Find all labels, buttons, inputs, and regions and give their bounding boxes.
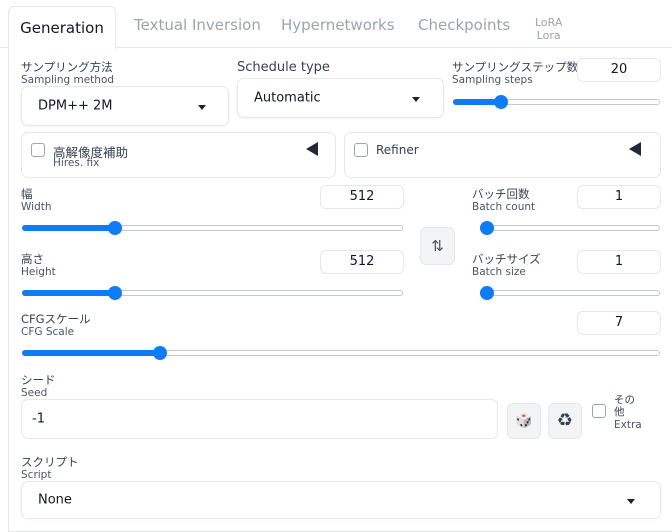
swap-dimensions-button[interactable]: ⇅ bbox=[420, 227, 455, 265]
width-label-en: Width bbox=[21, 201, 52, 213]
tab-generation[interactable]: Generation bbox=[8, 6, 116, 49]
refiner-checkbox[interactable] bbox=[354, 143, 368, 157]
batch-count-input[interactable]: 1 bbox=[577, 185, 661, 209]
seed-value: -1 bbox=[32, 411, 45, 427]
slider-thumb[interactable] bbox=[108, 221, 122, 235]
slider-fill bbox=[22, 225, 115, 231]
chevron-down-icon bbox=[412, 97, 420, 102]
width-input[interactable]: 512 bbox=[320, 185, 404, 209]
slider-track bbox=[480, 225, 660, 231]
swap-vertical-icon: ⇅ bbox=[431, 237, 444, 255]
seed-label-en: Seed bbox=[21, 387, 48, 399]
batch-count-slider[interactable] bbox=[480, 221, 660, 235]
random-seed-button[interactable]: 🎲 bbox=[507, 403, 541, 439]
tab-bar: Generation Textual Inversion Hypernetwor… bbox=[0, 0, 672, 49]
script-label-en: Script bbox=[21, 469, 52, 481]
batch-size-slider[interactable] bbox=[480, 286, 660, 300]
width-label-ja: 幅 bbox=[21, 187, 33, 201]
schedule-type-dropdown[interactable]: Automatic bbox=[237, 78, 444, 118]
chevron-down-icon bbox=[198, 105, 206, 110]
reuse-seed-button[interactable]: ♻ bbox=[548, 403, 582, 439]
hires-fix-accordion[interactable]: 高解像度補助 Hires. fix bbox=[21, 132, 336, 178]
tab-lora-label-en: Lora bbox=[536, 29, 561, 42]
collapse-triangle-icon[interactable] bbox=[629, 142, 641, 156]
sampling-steps-slider[interactable] bbox=[453, 95, 660, 109]
width-slider[interactable] bbox=[22, 221, 403, 235]
cfg-scale-slider[interactable] bbox=[22, 346, 660, 360]
schedule-type-label: Schedule type bbox=[237, 60, 330, 75]
slider-fill bbox=[22, 290, 115, 296]
height-label-en: Height bbox=[21, 266, 56, 278]
sampling-steps-label-en: Sampling steps bbox=[452, 74, 533, 86]
cfg-scale-label-ja: CFGスケール bbox=[21, 312, 91, 326]
refiner-accordion[interactable]: Refiner bbox=[344, 132, 661, 178]
tab-textual-inversion[interactable]: Textual Inversion bbox=[134, 16, 261, 34]
script-label-ja: スクリプト bbox=[21, 455, 79, 469]
tab-lora-label-ja: LoRA bbox=[535, 16, 563, 29]
hires-fix-checkbox[interactable] bbox=[31, 143, 45, 157]
extra-label-en: Extra bbox=[614, 419, 642, 431]
dice-icon: 🎲 bbox=[515, 413, 533, 429]
extra-label-ja-2: 他 bbox=[614, 406, 625, 418]
sampling-steps-input[interactable]: 20 bbox=[577, 58, 661, 82]
hires-fix-label-en: Hires. fix bbox=[53, 157, 100, 169]
slider-track bbox=[480, 290, 660, 296]
slider-thumb[interactable] bbox=[480, 286, 494, 300]
batch-count-label-en: Batch count bbox=[472, 201, 536, 213]
recycle-icon: ♻ bbox=[556, 410, 574, 431]
seed-label-ja: シード bbox=[21, 373, 56, 387]
refiner-label: Refiner bbox=[376, 143, 419, 157]
chevron-down-icon bbox=[627, 499, 635, 504]
sampling-steps-label-ja: サンプリングステップ数 bbox=[452, 60, 579, 74]
batch-size-input[interactable]: 1 bbox=[577, 250, 661, 274]
height-label-ja: 高さ bbox=[21, 252, 44, 266]
cfg-scale-input[interactable]: 7 bbox=[577, 311, 661, 335]
slider-fill bbox=[22, 350, 160, 356]
batch-size-label-ja: バッチサイズ bbox=[472, 252, 541, 266]
height-input[interactable]: 512 bbox=[320, 250, 404, 274]
tab-lora[interactable]: LoRA Lora bbox=[535, 16, 562, 42]
batch-count-label-ja: バッチ回数 bbox=[472, 187, 530, 201]
sampling-method-dropdown[interactable]: DPM++ 2M bbox=[21, 86, 229, 126]
extra-checkbox[interactable] bbox=[592, 404, 606, 418]
sampling-method-label-ja: サンプリング方法 bbox=[21, 60, 113, 74]
slider-thumb[interactable] bbox=[153, 346, 167, 360]
collapse-triangle-icon[interactable] bbox=[306, 142, 318, 156]
tab-hypernetworks[interactable]: Hypernetworks bbox=[281, 16, 395, 34]
slider-thumb[interactable] bbox=[108, 286, 122, 300]
batch-size-label-en: Batch size bbox=[472, 266, 526, 278]
script-dropdown[interactable]: None bbox=[21, 481, 661, 519]
schedule-type-value: Automatic bbox=[254, 90, 321, 106]
sampling-method-label-en: Sampling method bbox=[21, 74, 115, 86]
slider-thumb[interactable] bbox=[480, 221, 494, 235]
seed-input[interactable]: -1 bbox=[21, 399, 498, 439]
extra-label-ja-1: その bbox=[614, 394, 635, 406]
script-value: None bbox=[38, 492, 72, 508]
slider-thumb[interactable] bbox=[494, 95, 508, 109]
sampling-method-value: DPM++ 2M bbox=[38, 98, 113, 114]
tab-checkpoints[interactable]: Checkpoints bbox=[418, 16, 510, 34]
height-slider[interactable] bbox=[22, 286, 403, 300]
cfg-scale-label-en: CFG Scale bbox=[21, 326, 75, 338]
